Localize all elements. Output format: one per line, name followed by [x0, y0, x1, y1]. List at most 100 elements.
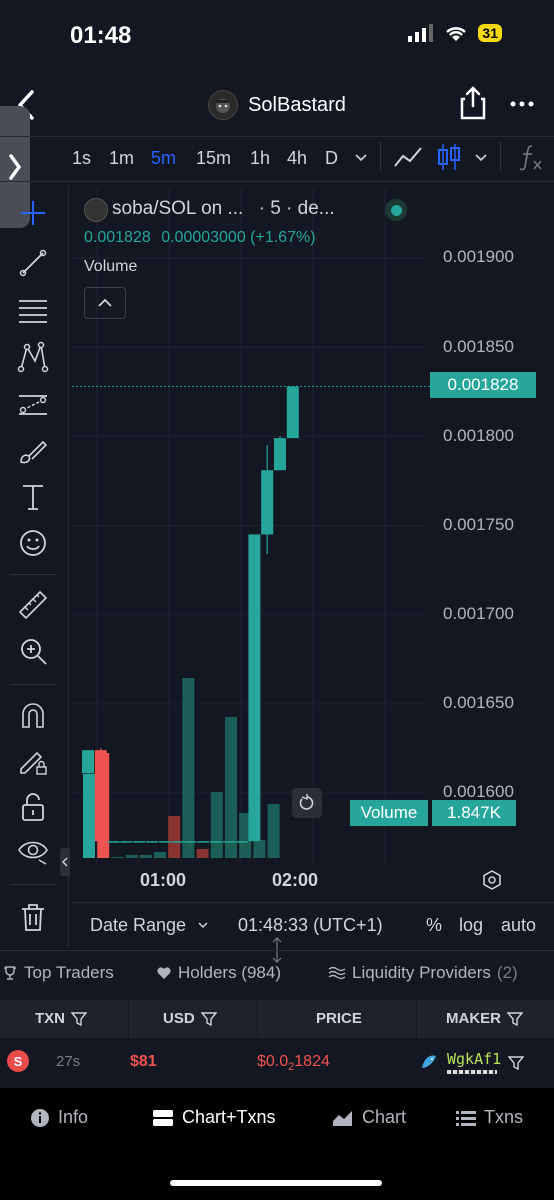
candle-body — [286, 386, 299, 439]
price-axis-label: 0.001700 — [443, 604, 514, 623]
candlestick-type-icon[interactable] — [437, 142, 461, 172]
lock-drawing-tool[interactable] — [16, 744, 50, 778]
volume-bar — [168, 816, 181, 858]
line-chart-type-icon[interactable] — [393, 144, 423, 170]
timeframe-1m[interactable]: 1m — [109, 148, 134, 169]
pattern-icon — [17, 341, 49, 373]
collapse-toolbar-handle[interactable] — [60, 848, 70, 876]
txn-usd: $81 — [130, 1053, 157, 1070]
chart-type-chevron-icon[interactable] — [474, 150, 488, 164]
nav-chart-txns-label: Chart+Txns — [182, 1107, 276, 1127]
column-divider — [416, 1000, 417, 1038]
magnet-tool[interactable] — [16, 698, 50, 732]
volume-tag-label: Volume — [350, 800, 428, 826]
price-axis-label: 0.001850 — [443, 337, 514, 356]
battery-indicator: 31 — [478, 24, 502, 42]
list-icon — [456, 1110, 476, 1126]
timeframe-15m[interactable]: 15m — [196, 148, 231, 169]
timeframe-1h[interactable]: 1h — [250, 148, 270, 169]
filter-maker-icon[interactable] — [508, 1055, 524, 1071]
forecast-icon — [19, 395, 47, 415]
price-axis-label: 0.001650 — [443, 693, 514, 712]
candle-body — [94, 750, 107, 842]
percent-toggle[interactable]: % — [426, 915, 442, 936]
nav-chart-label: Chart — [362, 1107, 407, 1127]
price-axis-label: 0.001900 — [443, 247, 514, 266]
reset-chart-button[interactable] — [292, 788, 322, 818]
candle-body — [158, 841, 171, 843]
wifi-icon — [446, 27, 467, 41]
chart-settings-icon[interactable] — [482, 870, 502, 890]
filter-icon[interactable] — [71, 1011, 87, 1027]
maker-address[interactable]: WgkAf1 — [447, 1050, 501, 1068]
share-icon[interactable] — [458, 86, 488, 120]
status-icons: 31 — [408, 24, 502, 42]
timeframe-d[interactable]: D — [325, 148, 338, 169]
column-divider — [128, 1000, 129, 1038]
trophy-icon — [4, 966, 16, 980]
measure-tool[interactable] — [16, 588, 50, 622]
fib-tool[interactable] — [16, 294, 50, 328]
volume-bar — [253, 840, 266, 858]
column-header-maker[interactable]: MAKER — [446, 1010, 523, 1027]
tab-liquidity-label: Liquidity Providers — [352, 963, 491, 982]
column-header-price[interactable]: PRICE — [316, 1010, 362, 1027]
area-chart-icon — [333, 1110, 352, 1126]
date-range-button[interactable]: Date Range — [90, 915, 209, 936]
zoom-in-icon — [21, 639, 47, 665]
sell-badge: S — [7, 1050, 29, 1072]
maker-activity-bar — [447, 1070, 497, 1074]
candle-body — [248, 534, 261, 842]
auto-toggle[interactable]: auto — [501, 915, 536, 936]
candle-body — [171, 841, 184, 843]
tab-top-traders[interactable]: Top Traders — [2, 963, 114, 983]
price-legend: 0.001828 0.00003000 (+1.67%) — [84, 229, 316, 247]
timeframe-1s[interactable]: 1s — [72, 148, 91, 169]
column-header-usd[interactable]: USD — [163, 1010, 217, 1027]
candle-body — [235, 841, 248, 843]
timezone-clock[interactable]: 01:48:33 (UTC+1) — [238, 915, 383, 936]
market-status-indicator — [385, 199, 407, 221]
magnet-icon — [22, 703, 44, 728]
emoji-tool[interactable] — [16, 526, 50, 560]
lock-all-tool[interactable] — [16, 790, 50, 824]
text-tool[interactable] — [16, 480, 50, 514]
filter-icon[interactable] — [507, 1011, 523, 1027]
zoom-tool[interactable] — [16, 634, 50, 668]
time-axis-label: 02:00 — [272, 870, 319, 890]
timeframe-4h[interactable]: 4h — [287, 148, 307, 169]
column-divider — [257, 1000, 258, 1038]
chevron-down-icon[interactable] — [354, 150, 368, 164]
nav-chart[interactable]: Chart — [332, 1107, 406, 1128]
log-toggle[interactable]: log — [459, 915, 483, 936]
forecast-tool[interactable] — [16, 388, 50, 422]
heart-icon — [157, 967, 171, 979]
crosshair-tool[interactable] — [16, 196, 50, 230]
indicators-fx-icon[interactable] — [518, 143, 544, 171]
tab-holders[interactable]: Holders (984) — [156, 963, 281, 983]
volume-bar — [196, 849, 209, 858]
volume-bar — [139, 855, 152, 858]
hide-drawings-tool[interactable] — [16, 834, 50, 868]
nav-txns[interactable]: Txns — [456, 1107, 523, 1128]
nav-info[interactable]: Info — [30, 1107, 88, 1128]
chart-footer-divider — [72, 902, 554, 903]
tool-separator — [10, 574, 56, 575]
column-header-txn[interactable]: TXN — [35, 1010, 87, 1027]
trend-line-tool[interactable] — [16, 246, 50, 280]
volume-bar — [267, 804, 280, 858]
ruler-icon — [18, 590, 48, 620]
crosshair-icon — [21, 201, 45, 225]
filter-icon[interactable] — [200, 1011, 217, 1027]
more-options-icon[interactable] — [510, 96, 534, 112]
txn-age: 27s — [56, 1053, 81, 1070]
chevron-left-small-icon — [62, 857, 68, 867]
collapse-legend-button[interactable] — [84, 287, 126, 319]
candle-body — [184, 841, 197, 843]
remove-drawings-tool[interactable] — [16, 900, 50, 934]
tab-liquidity-providers[interactable]: Liquidity Providers (2) — [328, 963, 518, 983]
pattern-tool[interactable] — [16, 340, 50, 374]
timeframe-5m[interactable]: 5m — [151, 148, 176, 169]
brush-tool[interactable] — [16, 434, 50, 468]
nav-chart-txns[interactable]: Chart+Txns — [152, 1107, 276, 1128]
